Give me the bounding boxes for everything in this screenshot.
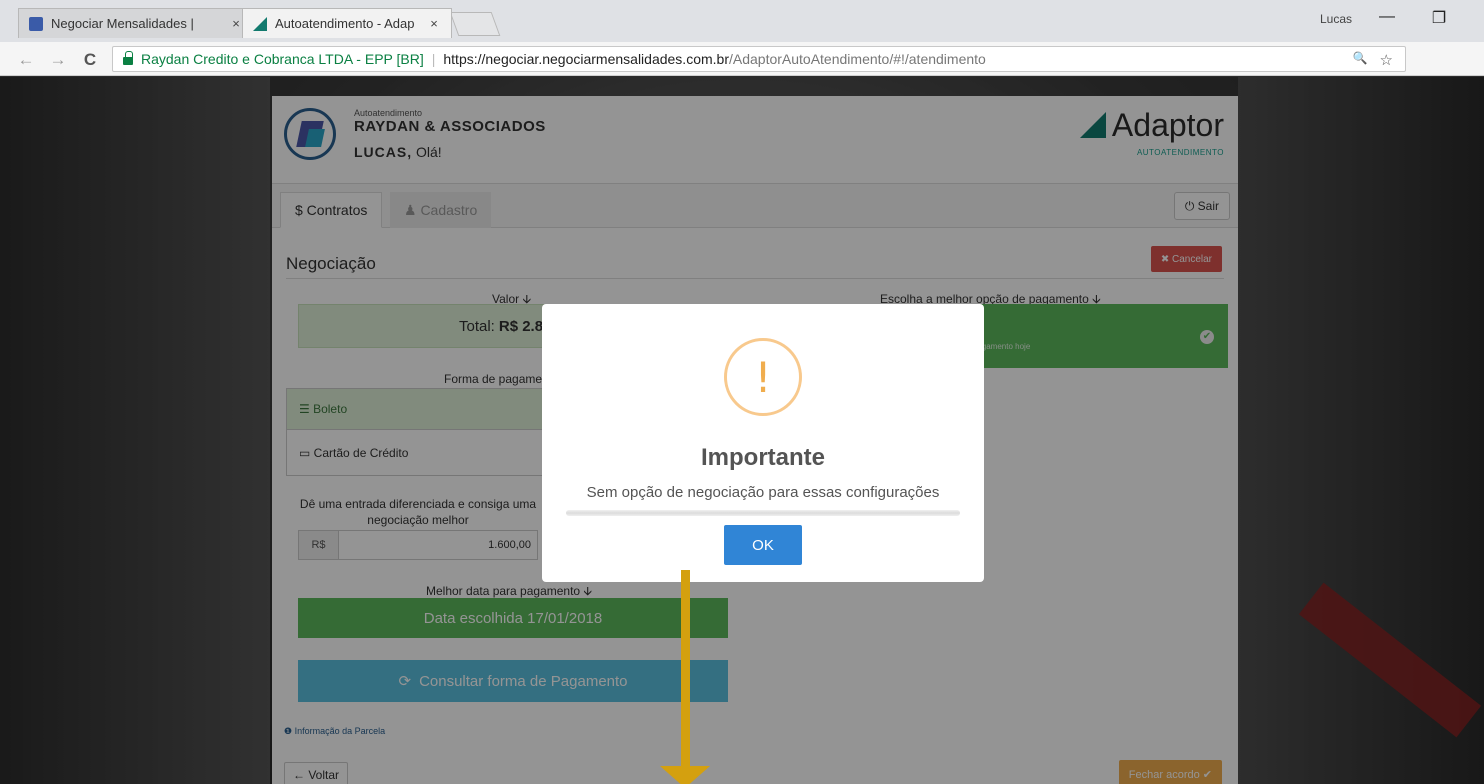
bookmark-star-icon[interactable]: ☆ [1380, 51, 1393, 69]
warning-icon: ! [724, 338, 802, 416]
back-arrow-icon[interactable]: ← [16, 50, 36, 70]
modal-title: Importante [700, 444, 825, 471]
profile-name[interactable]: Lucas [1320, 12, 1352, 26]
browser-tab-title: Autoatendimento - Adap [275, 16, 415, 31]
lock-icon [123, 51, 133, 65]
modal-message: Sem opção de negociação para essas confi… [586, 484, 940, 501]
url-path: /AdaptorAutoAtendimento/#!/atendimento [728, 51, 986, 67]
reload-icon[interactable]: C [80, 50, 100, 70]
address-bar-row: ← → C Raydan Credito e Cobranca LTDA - E… [0, 42, 1484, 110]
browser-tab-negociar[interactable]: Negociar Mensalidades | × [18, 8, 254, 38]
minimize-icon[interactable]: — [1376, 8, 1398, 26]
browser-tab-title: Negociar Mensalidades | [51, 16, 194, 31]
adaptor-favicon-icon [253, 16, 267, 31]
annotation-arrow-shaft [681, 570, 690, 775]
new-tab-button[interactable] [449, 12, 501, 36]
browser-tab-bar: Negociar Mensalidades | × Autoatendiment… [0, 0, 1484, 42]
zoom-icon[interactable]: 🔍 [1353, 51, 1368, 69]
annotation-arrow-head-icon [660, 766, 710, 784]
restore-icon[interactable]: ❐ [1428, 8, 1450, 28]
certificate-org: Raydan Credito e Cobranca LTDA - EPP [BR… [141, 51, 424, 67]
negociar-favicon-icon [29, 16, 43, 31]
ok-button[interactable]: OK [724, 525, 802, 565]
close-tab-icon[interactable]: × [427, 16, 441, 31]
browser-tab-autoatendimento[interactable]: Autoatendimento - Adap × [242, 8, 452, 38]
url-host: https://negociar.negociarmensalidades.co… [443, 51, 729, 67]
url-input[interactable]: Raydan Credito e Cobranca LTDA - EPP [BR… [112, 46, 1406, 72]
close-tab-icon[interactable]: × [229, 16, 243, 31]
forward-arrow-icon[interactable]: → [48, 50, 68, 70]
alert-modal: ! Importante Sem opção de negociação par… [542, 304, 984, 582]
